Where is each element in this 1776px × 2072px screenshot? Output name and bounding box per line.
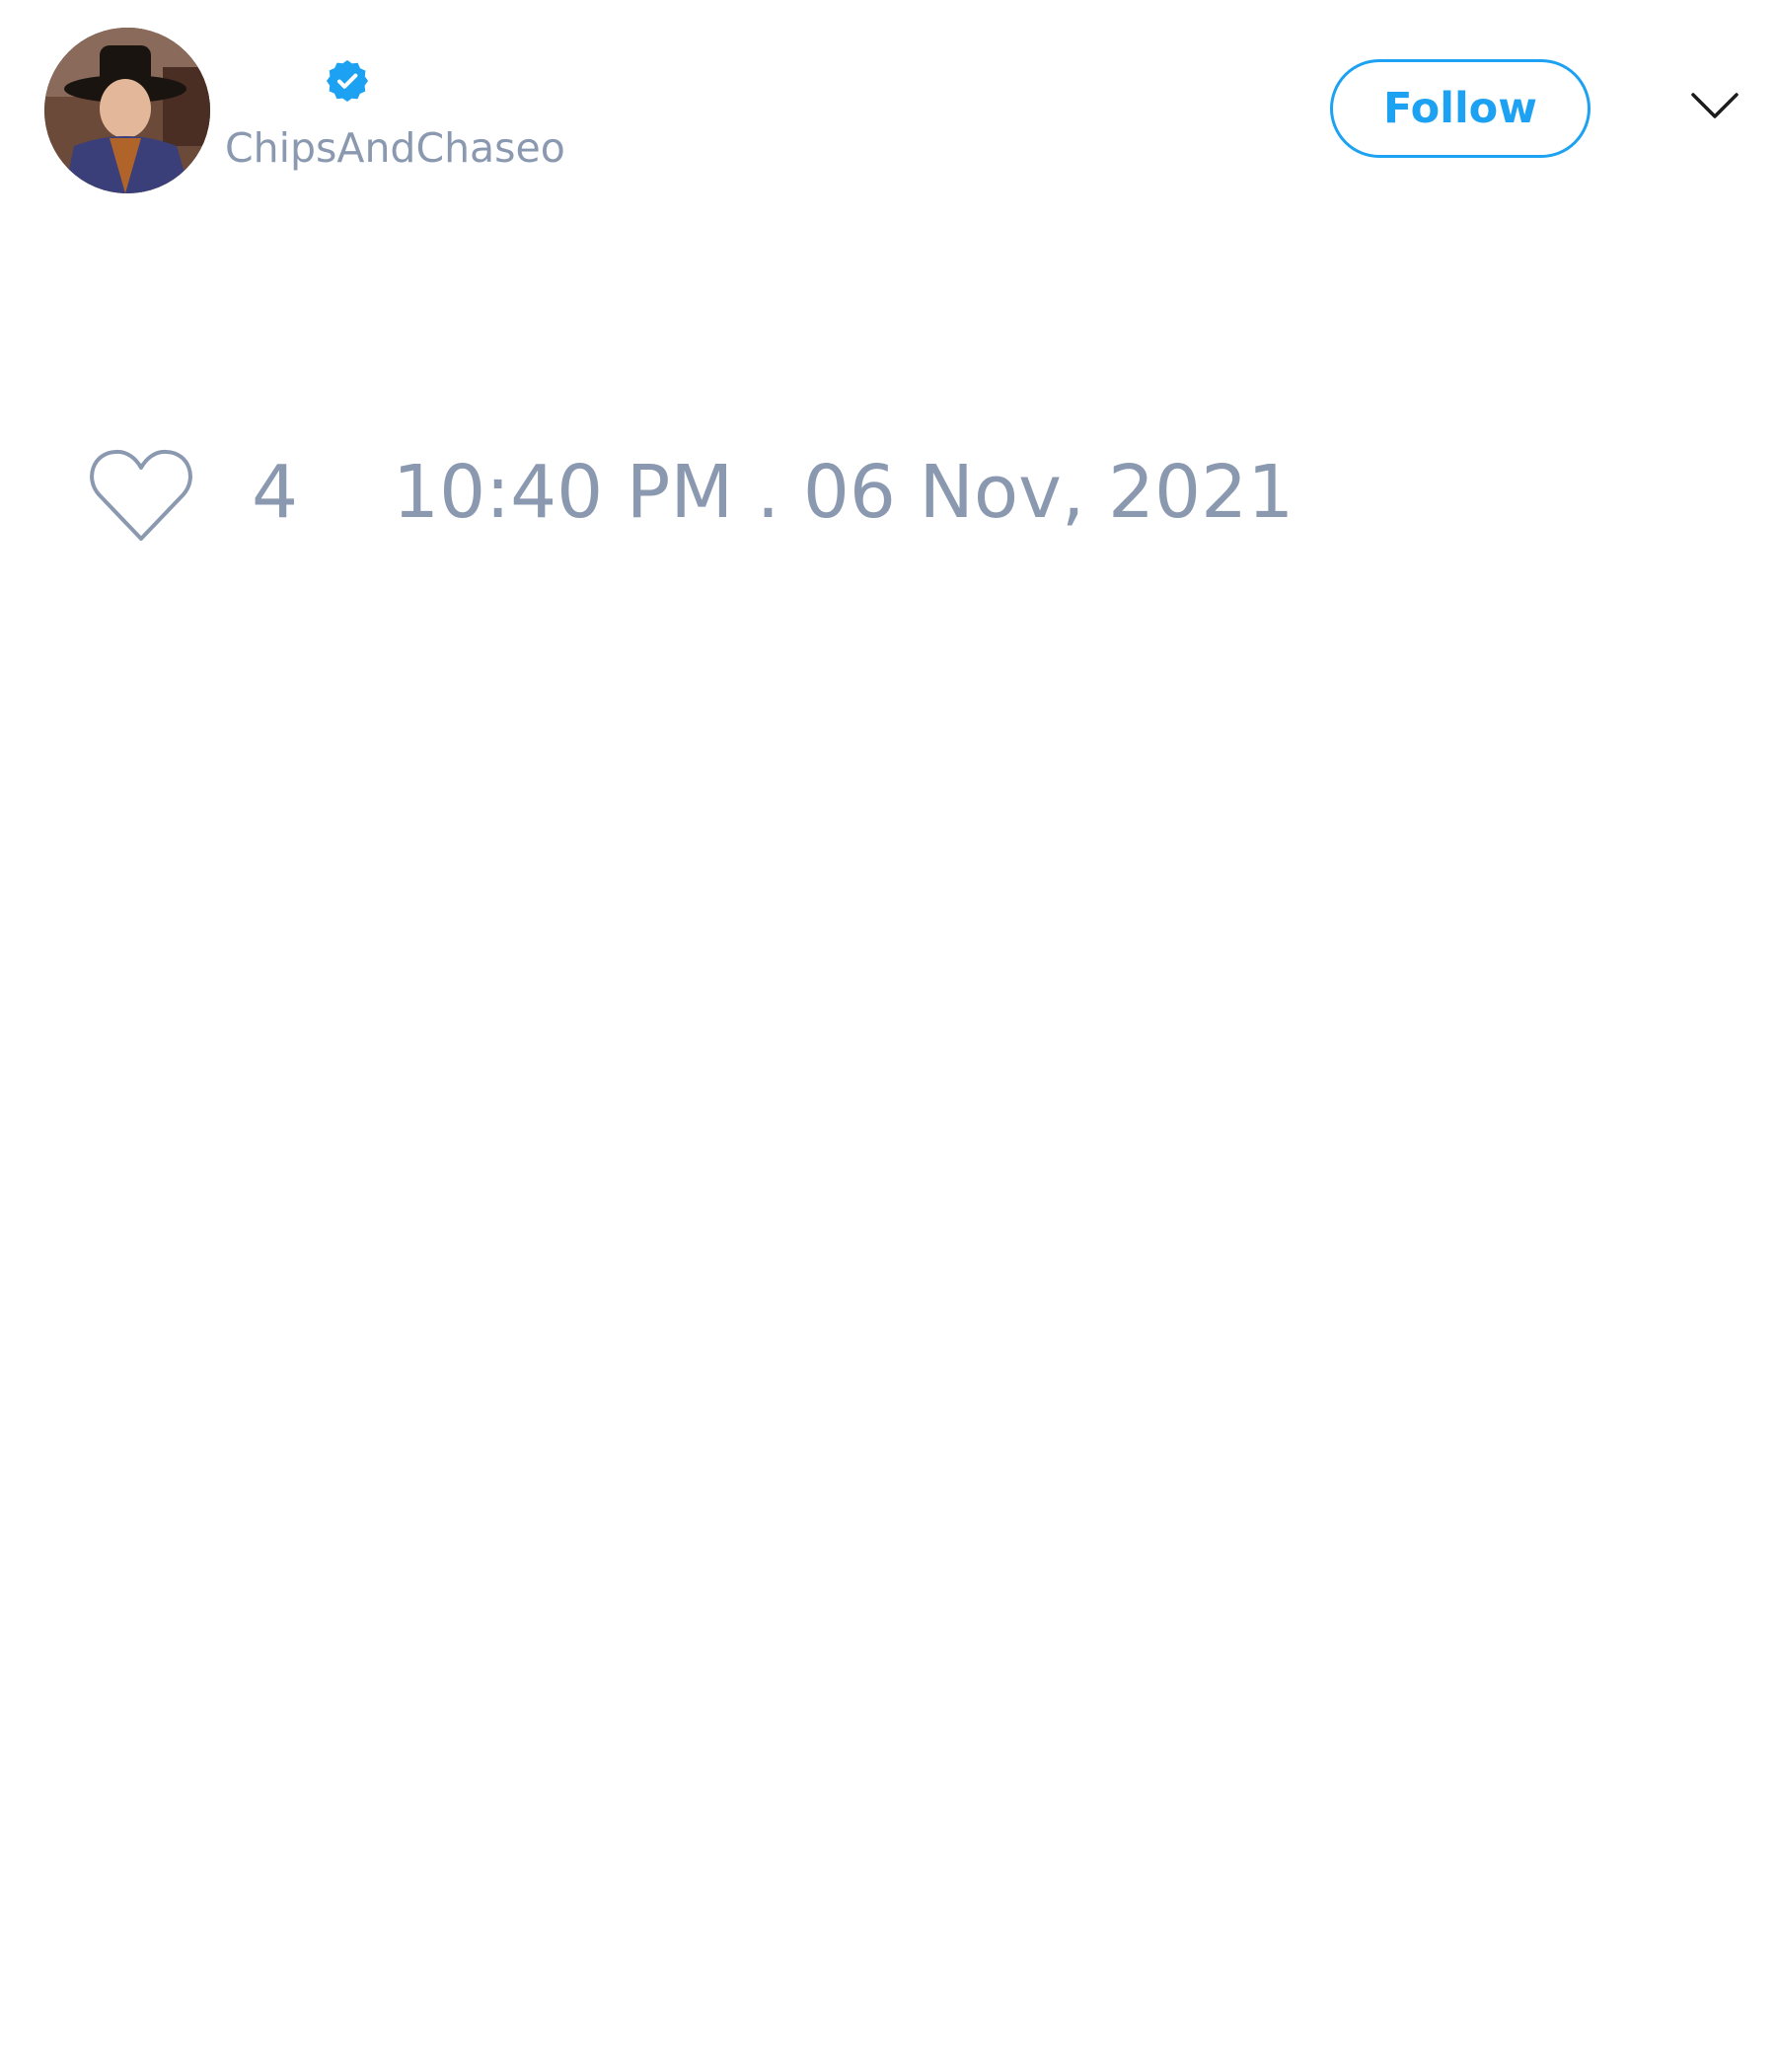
author-handle[interactable]: ChipsAndChaseo — [225, 124, 565, 172]
like-count: 4 — [252, 450, 299, 535]
tweet-timestamp[interactable]: 10:40 PM . 06 Nov, 2021 — [393, 456, 1294, 529]
avatar-image — [44, 28, 210, 193]
heart-icon[interactable] — [89, 448, 193, 543]
tweet-meta-row: 4 10:40 PM . 06 Nov, 2021 — [0, 434, 1776, 553]
avatar[interactable] — [44, 28, 210, 193]
chevron-down-icon[interactable] — [1690, 91, 1739, 120]
follow-button[interactable]: Follow — [1330, 59, 1591, 158]
verified-badge-icon — [327, 60, 368, 102]
tweet-header: ChipsAndChaseo Follow — [0, 0, 1776, 227]
